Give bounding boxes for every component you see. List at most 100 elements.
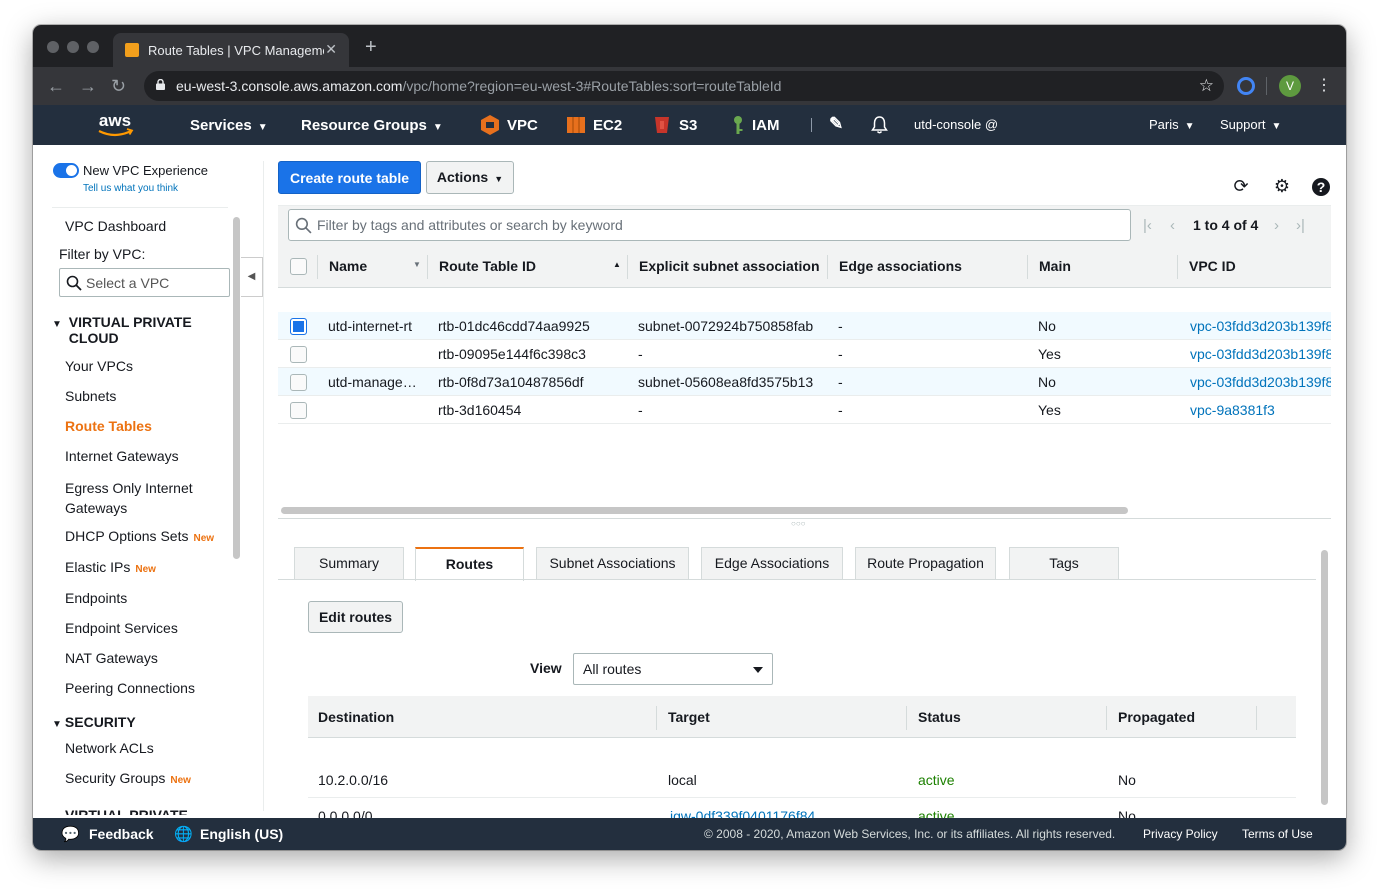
- tab-edge-associations[interactable]: Edge Associations: [701, 547, 843, 580]
- create-route-table-button[interactable]: Create route table: [278, 161, 421, 194]
- sidebar-item-peering-connections[interactable]: Peering Connections: [65, 680, 195, 696]
- close-tab-icon[interactable]: ✕: [325, 41, 337, 58]
- actions-button[interactable]: Actions ▼: [426, 161, 514, 194]
- sidebar-item-dhcp-options-sets[interactable]: DHCP Options Sets New: [65, 528, 214, 544]
- feedback-link[interactable]: Tell us what you think: [83, 183, 178, 194]
- table-row[interactable]: utd-internet-rt rtb-01dc46cdd74aa9925 su…: [278, 312, 1331, 340]
- ec2-shortcut[interactable]: EC2: [593, 117, 622, 134]
- table-row[interactable]: rtb-3d160454 - - Yes vpc-9a8381f3: [278, 396, 1331, 424]
- pin-icon[interactable]: ✎: [829, 114, 843, 134]
- sidebar-item-security-groups[interactable]: Security Groups New: [65, 770, 191, 786]
- view-select[interactable]: All routes: [573, 653, 773, 685]
- feedback-link[interactable]: Feedback: [89, 826, 154, 842]
- profile-avatar[interactable]: V: [1279, 75, 1301, 97]
- refresh-icon[interactable]: ⟳: [1230, 175, 1252, 197]
- sidebar-item-route-tables[interactable]: Route Tables: [65, 418, 152, 434]
- prev-page-icon[interactable]: ‹: [1170, 217, 1175, 234]
- sidebar-item-vpc-dashboard[interactable]: VPC Dashboard: [65, 218, 166, 234]
- column-name[interactable]: Name: [329, 258, 367, 274]
- services-menu[interactable]: Services ▼: [190, 117, 268, 134]
- browser-menu-icon[interactable]: ⋮: [1316, 75, 1332, 97]
- zoom-window-button[interactable]: [87, 41, 99, 53]
- region-menu[interactable]: Paris ▼: [1149, 117, 1195, 132]
- collapse-sidebar-icon[interactable]: ◀: [241, 257, 263, 297]
- sidebar-item-endpoint-services[interactable]: Endpoint Services: [65, 620, 178, 636]
- next-page-icon[interactable]: ›: [1274, 217, 1279, 234]
- terms-of-use-link[interactable]: Terms of Use: [1242, 827, 1313, 841]
- sidebar-scrollbar[interactable]: [233, 217, 240, 559]
- search-input[interactable]: Filter by tags and attributes or search …: [288, 209, 1131, 241]
- sidebar-item-your-vpcs[interactable]: Your VPCs: [65, 358, 133, 374]
- sidebar-item-subnets[interactable]: Subnets: [65, 388, 116, 404]
- vpc-shortcut[interactable]: VPC: [507, 117, 538, 134]
- cell-edge-associations: -: [838, 346, 843, 362]
- bookmark-star-icon[interactable]: ☆: [1199, 76, 1214, 96]
- sidebar-item-elastic-ips[interactable]: Elastic IPs New: [65, 559, 156, 575]
- reload-icon[interactable]: ↻: [111, 76, 126, 96]
- tab-subnet-associations[interactable]: Subnet Associations: [536, 547, 689, 580]
- s3-shortcut[interactable]: S3: [679, 117, 697, 134]
- grid-horizontal-scrollbar[interactable]: [281, 507, 1128, 514]
- sidebar-item-endpoints[interactable]: Endpoints: [65, 590, 127, 606]
- tab-route-propagation[interactable]: Route Propagation: [855, 547, 996, 580]
- cell-vpc-id-link[interactable]: vpc-9a8381f3: [1190, 402, 1331, 418]
- row-checkbox[interactable]: [290, 402, 307, 419]
- cell-vpc-id-link[interactable]: vpc-03fdd3d203b139f8: [1190, 346, 1331, 362]
- column-route-table-id[interactable]: Route Table ID: [439, 258, 536, 274]
- new-badge: New: [193, 533, 215, 544]
- column-main[interactable]: Main: [1039, 258, 1071, 274]
- sidebar-item-egress-only-internet-gateways[interactable]: Egress Only Internet Gateways: [65, 478, 215, 518]
- sort-icon[interactable]: ▼: [413, 260, 421, 269]
- splitter-grip-icon[interactable]: ○○○: [791, 519, 806, 528]
- first-page-icon[interactable]: |‹: [1143, 217, 1152, 234]
- resource-groups-menu[interactable]: Resource Groups ▼: [301, 117, 443, 134]
- help-icon[interactable]: ?: [1311, 177, 1331, 197]
- privacy-policy-link[interactable]: Privacy Policy: [1143, 827, 1218, 841]
- table-row[interactable]: rtb-09095e144f6c398c3 - - Yes vpc-03fdd3…: [278, 340, 1331, 368]
- section-security[interactable]: ▼ SECURITY: [52, 714, 136, 730]
- extension-icon[interactable]: [1237, 77, 1255, 95]
- edit-routes-button[interactable]: Edit routes: [308, 601, 403, 633]
- browser-tab[interactable]: Route Tables | VPC Manageme ✕: [113, 33, 349, 67]
- column-edge-associations[interactable]: Edge associations: [839, 258, 962, 274]
- chevron-down-icon: [753, 667, 763, 673]
- close-window-button[interactable]: [47, 41, 59, 53]
- language-selector[interactable]: English (US): [200, 826, 283, 842]
- browser-window: Route Tables | VPC Manageme ✕ + ← → ↻ eu…: [33, 25, 1346, 850]
- table-row[interactable]: utd-manage… rtb-0f8d73a10487856df subnet…: [278, 368, 1331, 396]
- sidebar-item-internet-gateways[interactable]: Internet Gateways: [65, 448, 179, 464]
- last-page-icon[interactable]: ›|: [1296, 217, 1305, 234]
- aws-logo[interactable]: aws: [94, 112, 136, 138]
- support-menu[interactable]: Support ▼: [1220, 117, 1281, 132]
- row-checkbox[interactable]: [290, 374, 307, 391]
- cell-vpc-id-link[interactable]: vpc-03fdd3d203b139f8: [1190, 374, 1331, 390]
- gear-icon[interactable]: ⚙: [1271, 175, 1293, 197]
- forward-icon[interactable]: →: [79, 76, 97, 96]
- bell-icon[interactable]: [871, 116, 888, 134]
- cell-edge-associations: -: [838, 318, 843, 334]
- iam-shortcut[interactable]: IAM: [752, 117, 780, 134]
- vpc-filter-select[interactable]: Select a VPC: [59, 268, 230, 297]
- new-experience-toggle[interactable]: [53, 163, 79, 178]
- section-virtual-private-cloud[interactable]: ▼ VIRTUAL PRIVATE CLOUD: [52, 314, 199, 346]
- sidebar-item-nat-gateways[interactable]: NAT Gateways: [65, 650, 158, 666]
- back-icon[interactable]: ←: [47, 76, 65, 96]
- console-footer: 💬 Feedback 🌐 English (US) © 2008 - 2020,…: [33, 818, 1346, 850]
- detail-vertical-scrollbar[interactable]: [1321, 550, 1328, 805]
- row-checkbox[interactable]: [290, 318, 307, 335]
- column-vpc-id[interactable]: VPC ID: [1189, 258, 1236, 274]
- column-explicit-subnet-association[interactable]: Explicit subnet association: [639, 258, 819, 274]
- tab-summary[interactable]: Summary: [294, 547, 404, 580]
- address-bar[interactable]: eu-west-3.console.aws.amazon.com/vpc/hom…: [144, 71, 1224, 101]
- sort-ascending-icon[interactable]: ▲: [613, 260, 621, 269]
- select-all-checkbox[interactable]: [290, 258, 307, 275]
- row-checkbox[interactable]: [290, 346, 307, 363]
- cell-status: active: [918, 772, 955, 788]
- account-menu[interactable]: utd-console @: [914, 117, 998, 132]
- minimize-window-button[interactable]: [67, 41, 79, 53]
- cell-vpc-id-link[interactable]: vpc-03fdd3d203b139f8: [1190, 318, 1331, 334]
- sidebar-item-network-acls[interactable]: Network ACLs: [65, 740, 154, 756]
- new-tab-icon[interactable]: +: [365, 37, 377, 57]
- tab-tags[interactable]: Tags: [1009, 547, 1119, 580]
- tab-routes[interactable]: Routes: [415, 547, 524, 581]
